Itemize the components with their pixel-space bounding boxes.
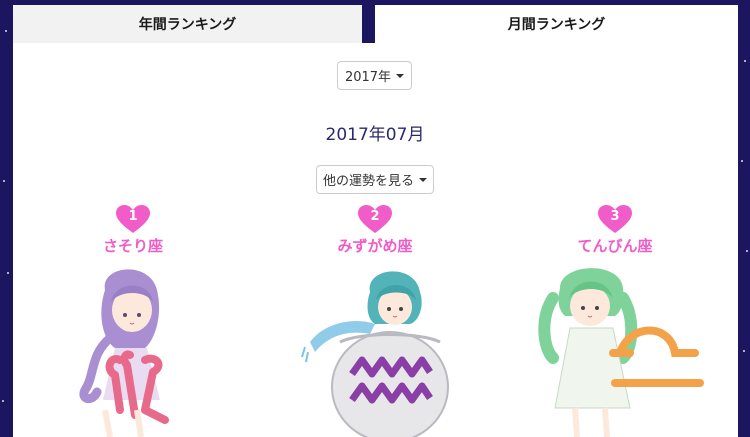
caret-down-icon: [419, 177, 427, 182]
sign-name: さそり座: [102, 237, 163, 255]
year-select-label: 2017年: [344, 70, 392, 85]
heart-rank-badge: 1: [114, 204, 152, 234]
tab-monthly-ranking[interactable]: 月間ランキング: [375, 5, 738, 43]
caret-down-icon: [396, 73, 405, 78]
year-select[interactable]: 2017年: [337, 61, 412, 90]
month-title: 2017年07月: [325, 125, 425, 145]
tab-annual-ranking[interactable]: 年間ランキング: [13, 5, 362, 43]
rank-card-1[interactable]: 1 さそり座: [33, 204, 233, 256]
heart-rank-badge: 2: [356, 204, 394, 234]
rank-card-2[interactable]: 2 みずがめ座: [275, 204, 475, 256]
libra-illustration: [538, 268, 704, 437]
other-fortune-select[interactable]: 他の運勢を見る: [316, 165, 434, 194]
rank-number: 1: [128, 209, 138, 224]
aquarius-illustration: [301, 271, 449, 437]
heart-rank-badge: 3: [596, 204, 634, 234]
other-fortune-label: 他の運勢を見る: [322, 174, 414, 189]
ranking-tabs: 年間ランキング 月間ランキング: [13, 5, 738, 43]
sign-name: みずがめ座: [337, 237, 413, 255]
rank-number: 3: [610, 209, 620, 224]
rank-number: 2: [370, 209, 380, 224]
rank-card-3[interactable]: 3 てんびん座: [515, 204, 715, 256]
scorpio-illustration: [79, 269, 169, 437]
sign-name: てんびん座: [577, 237, 653, 255]
